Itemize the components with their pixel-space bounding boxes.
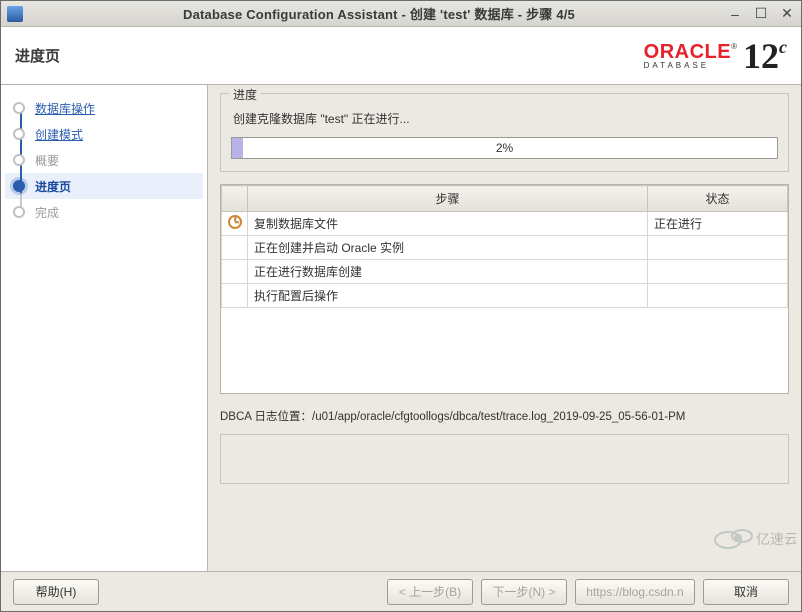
- step-marker-icon: [13, 102, 25, 114]
- brand-version: 12c: [743, 38, 787, 74]
- steps-table: 步骤 状态 复制数据库文件 正在进行 正在创建并启动 Oracle 实例: [220, 184, 789, 394]
- footer: 帮助(H) < 上一步(B) 下一步(N) > https://blog.csd…: [1, 571, 801, 611]
- step-marker-icon: [13, 180, 25, 192]
- step-marker-icon: [13, 128, 25, 140]
- row-icon-cell: [222, 284, 248, 308]
- content-area: 进度 创建克隆数据库 "test" 正在进行... 2% 步骤 状态: [208, 85, 801, 571]
- row-icon-cell: [222, 236, 248, 260]
- sidebar-item-summary: 概要: [5, 147, 203, 173]
- header-strip: 进度页 ORACLE® DATABASE 12c: [1, 27, 801, 85]
- window-title: Database Configuration Assistant - 创建 't…: [31, 4, 727, 23]
- row-step: 复制数据库文件: [248, 212, 648, 236]
- detail-panel: [220, 434, 789, 484]
- table-row: 复制数据库文件 正在进行: [222, 212, 788, 236]
- brand-wordmark: ORACLE: [644, 41, 731, 63]
- progress-status-text: 创建克隆数据库 "test" 正在进行...: [233, 110, 778, 127]
- row-status: [648, 236, 788, 260]
- sidebar-item-finish: 完成: [5, 199, 203, 225]
- sidebar-item-db-operation[interactable]: 数据库操作: [5, 95, 203, 121]
- back-button[interactable]: < 上一步(B): [387, 579, 473, 605]
- progress-group-legend: 进度: [229, 86, 261, 103]
- table-row: 正在进行数据库创建: [222, 260, 788, 284]
- col-step: 步骤: [248, 186, 648, 212]
- row-step: 执行配置后操作: [248, 284, 648, 308]
- col-icon: [222, 186, 248, 212]
- progress-bar-percent: 2%: [496, 141, 513, 155]
- window-controls: – ☐ ✕: [727, 6, 795, 22]
- step-marker-icon: [13, 206, 25, 218]
- maximize-button[interactable]: ☐: [753, 6, 769, 22]
- cancel-button[interactable]: 取消: [703, 579, 789, 605]
- progress-group: 进度 创建克隆数据库 "test" 正在进行... 2%: [220, 93, 789, 172]
- page-title: 进度页: [15, 45, 60, 66]
- help-button[interactable]: 帮助(H): [13, 579, 99, 605]
- clock-icon: [228, 215, 242, 229]
- row-status: [648, 260, 788, 284]
- window-root: Database Configuration Assistant - 创建 't…: [0, 0, 802, 612]
- minimize-button[interactable]: –: [727, 6, 743, 22]
- close-button[interactable]: ✕: [779, 6, 795, 22]
- brand-wordmark-block: ORACLE® DATABASE: [644, 42, 737, 70]
- step-marker-icon: [13, 154, 25, 166]
- log-location-text: DBCA 日志位置：/u01/app/oracle/cfgtoollogs/db…: [220, 408, 789, 424]
- body: 数据库操作 创建模式 概要 进度页 完成: [1, 85, 801, 571]
- table-row: 执行配置后操作: [222, 284, 788, 308]
- row-status: [648, 284, 788, 308]
- sidebar-item-label: 数据库操作: [35, 100, 95, 117]
- oracle-logo: ORACLE® DATABASE 12c: [644, 38, 787, 74]
- col-status: 状态: [648, 186, 788, 212]
- sidebar: 数据库操作 创建模式 概要 进度页 完成: [1, 85, 208, 571]
- sidebar-item-label: 创建模式: [35, 126, 83, 143]
- sidebar-item-label: 进度页: [35, 178, 71, 195]
- row-step: 正在进行数据库创建: [248, 260, 648, 284]
- steps-list: 数据库操作 创建模式 概要 进度页 完成: [5, 95, 203, 225]
- row-status: 正在进行: [648, 212, 788, 236]
- table-row: 正在创建并启动 Oracle 实例: [222, 236, 788, 260]
- row-icon-cell: [222, 260, 248, 284]
- sidebar-item-label: 完成: [35, 204, 59, 221]
- titlebar: Database Configuration Assistant - 创建 't…: [1, 1, 801, 27]
- app-icon: [7, 6, 23, 22]
- sidebar-item-label: 概要: [35, 152, 59, 169]
- sidebar-item-create-mode[interactable]: 创建模式: [5, 121, 203, 147]
- brand-registered-icon: ®: [731, 42, 737, 51]
- progress-bar: 2%: [231, 137, 778, 159]
- row-icon-cell: [222, 212, 248, 236]
- next-button[interactable]: 下一步(N) >: [481, 579, 567, 605]
- row-step: 正在创建并启动 Oracle 实例: [248, 236, 648, 260]
- progress-bar-fill: [232, 138, 243, 158]
- sidebar-item-progress: 进度页: [5, 173, 203, 199]
- finish-button[interactable]: https://blog.csdn.n: [575, 579, 695, 605]
